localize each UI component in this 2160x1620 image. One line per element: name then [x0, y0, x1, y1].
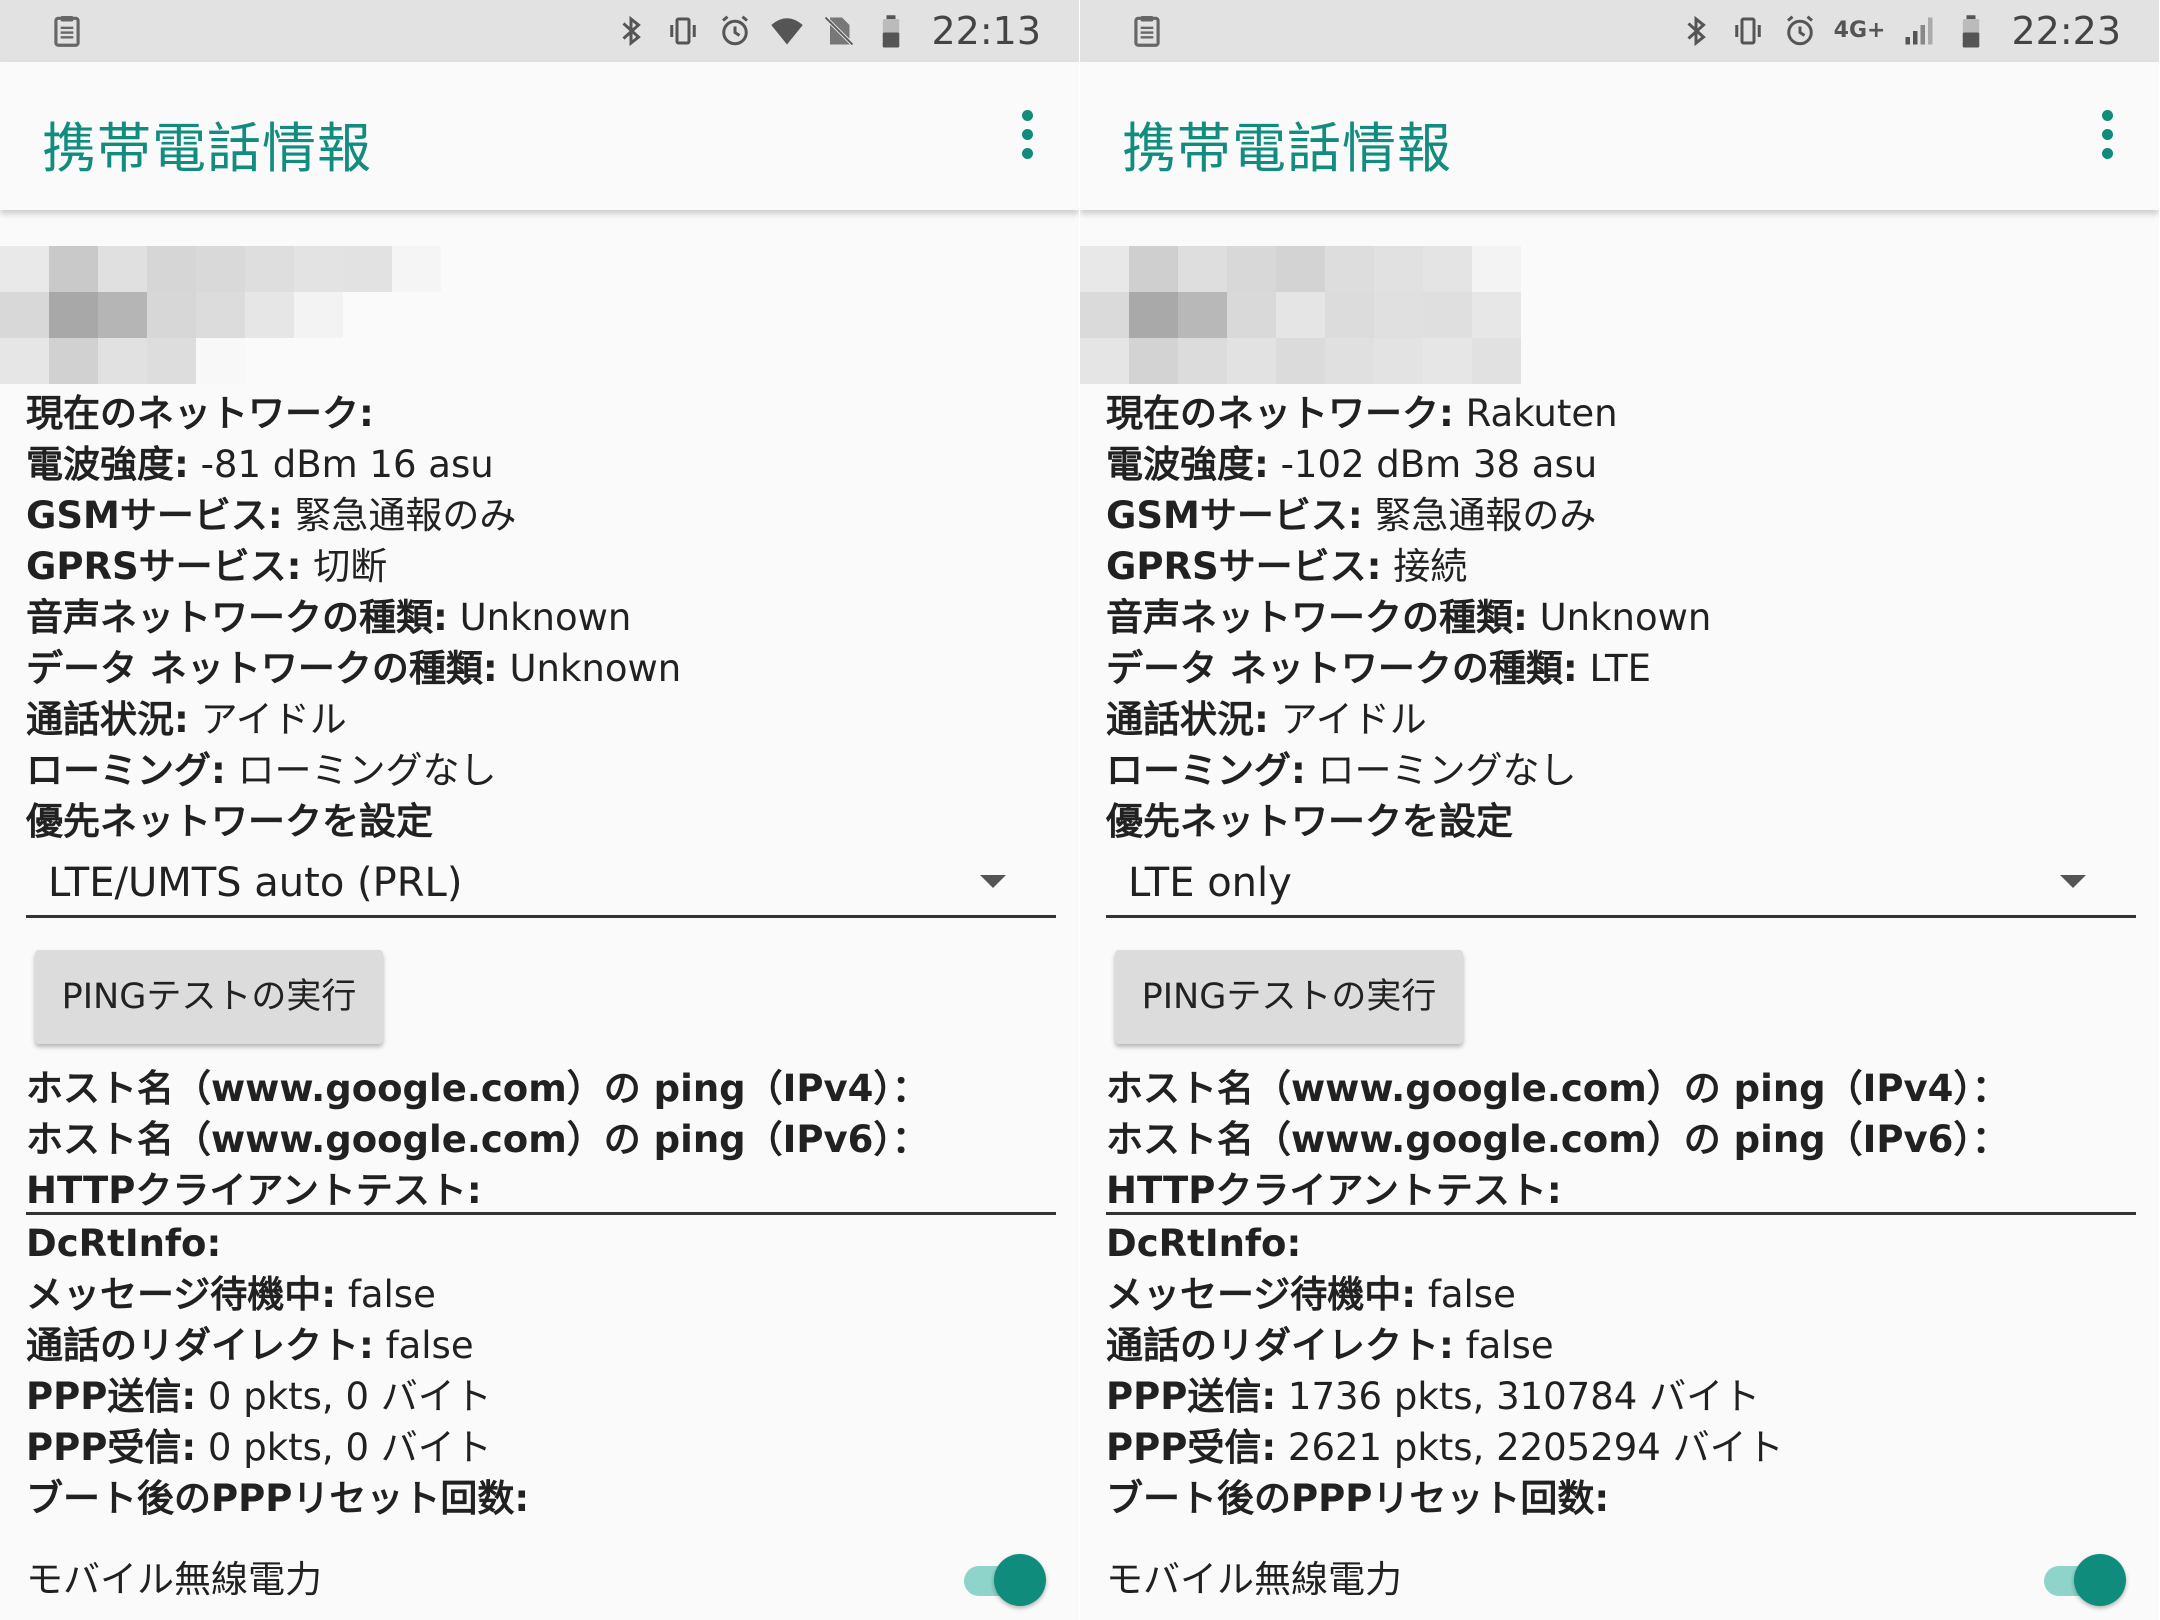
info-gprs-service: GPRSサービス: 接続 — [1106, 545, 1468, 588]
app-title: 携帯電話情報 — [42, 117, 372, 180]
alarm-icon — [722, 15, 749, 46]
info-gsm-service: GSMサービス: 緊急通報のみ — [1106, 494, 1597, 537]
info-current-network: 現在のネットワーク: — [26, 392, 374, 435]
mobile-radio-toggle[interactable] — [2044, 1554, 2126, 1606]
vibrate-icon — [670, 17, 697, 45]
battery-icon — [1963, 15, 1980, 48]
info-call-status: 通話状況: アイドル — [26, 698, 347, 741]
ppp-received: PPP受信: 0 pkts, 0 バイト — [26, 1426, 492, 1469]
status-bar: 22:13 — [0, 0, 1079, 62]
http-client-test: HTTPクライアントテスト: — [26, 1169, 482, 1212]
more-vert-icon[interactable] — [1015, 110, 1039, 162]
redacted-blur — [0, 246, 441, 384]
status-time: 22:23 — [2011, 9, 2121, 53]
phone-info-list: 現在のネットワーク: 電波強度: -81 dBm 16 asu GSMサービス:… — [26, 388, 1056, 847]
alarm-icon — [1786, 15, 1813, 46]
preferred-network-select[interactable]: LTE/UMTS auto (PRL) — [26, 855, 1056, 918]
ping-results: ホスト名（www.google.com）の ping（IPv4）： ホスト名（w… — [26, 1063, 1056, 1216]
message-waiting: メッセージ待機中: false — [26, 1273, 436, 1316]
preferred-network-value: LTE/UMTS auto (PRL) — [48, 860, 463, 906]
message-waiting: メッセージ待機中: false — [1106, 1273, 1516, 1316]
info-voice-network-type: 音声ネットワークの種類: Unknown — [26, 596, 632, 639]
ppp-received: PPP受信: 2621 pkts, 2205294 バイト — [1106, 1426, 1784, 1469]
preferred-network-select[interactable]: LTE only — [1106, 855, 2136, 918]
info-signal-strength: 電波強度: -102 dBm 38 asu — [1106, 443, 1598, 486]
ping-ipv6: ホスト名（www.google.com）の ping（IPv6）： — [26, 1118, 929, 1161]
call-redirect: 通話のリダイレクト: false — [1106, 1324, 1554, 1367]
info-roaming: ローミング: ローミングなし — [26, 749, 497, 792]
ping-ipv6: ホスト名（www.google.com）の ping（IPv6）： — [1106, 1118, 2009, 1161]
http-client-test: HTTPクライアントテスト: — [1106, 1169, 1562, 1212]
divider — [1106, 1212, 2136, 1215]
call-redirect: 通話のリダイレクト: false — [26, 1324, 474, 1367]
info-call-status: 通話状況: アイドル — [1106, 698, 1427, 741]
info-signal-strength: 電波強度: -81 dBm 16 asu — [26, 443, 494, 486]
ppp-sent: PPP送信: 0 pkts, 0 バイト — [26, 1375, 492, 1418]
wifi-icon — [771, 18, 804, 45]
info-voice-network-type: 音声ネットワークの種類: Unknown — [1106, 596, 1712, 639]
toggle-thumb — [2074, 1554, 2126, 1606]
bluetooth-icon — [1687, 15, 1706, 47]
run-ping-test-button[interactable]: PINGテストの実行 — [35, 950, 383, 1044]
bluetooth-icon — [622, 15, 642, 47]
info-preferred-network-label: 優先ネットワークを設定 — [1106, 800, 1513, 843]
dcrt-info-list: DcRtInfo: メッセージ待機中: false 通話のリダイレクト: fal… — [26, 1218, 1056, 1524]
clipboard-icon — [1134, 15, 1160, 47]
vibrate-icon — [1734, 17, 1761, 45]
app-bar: 携帯電話情報 — [0, 62, 1079, 210]
info-data-network-type: データ ネットワークの種類: LTE — [1106, 647, 1651, 690]
ping-ipv4: ホスト名（www.google.com）の ping（IPv4）： — [1106, 1067, 2009, 1110]
info-preferred-network-label: 優先ネットワークを設定 — [26, 800, 433, 843]
ppp-reset-count: ブート後のPPPリセット回数: — [1106, 1477, 1610, 1520]
phone-info-list: 現在のネットワーク: Rakuten 電波強度: -102 dBm 38 asu… — [1106, 388, 2136, 847]
clipboard-icon — [54, 15, 80, 47]
dcrt-info: DcRtInfo: — [1106, 1222, 1302, 1265]
mobile-radio-toggle[interactable] — [964, 1554, 1046, 1606]
app-title: 携帯電話情報 — [1122, 117, 1452, 180]
toggle-thumb — [994, 1554, 1046, 1606]
dcrt-info: DcRtInfo: — [26, 1222, 222, 1265]
phone-screen-left: 22:13 携帯電話情報 現在のネットワーク: 電波強度: -81 dBm 16… — [0, 0, 1079, 1620]
mobile-radio-label: モバイル無線電力 — [1106, 1558, 1402, 1601]
comparison-screenshots: 22:13 携帯電話情報 現在のネットワーク: 電波強度: -81 dBm 16… — [0, 0, 2160, 1620]
divider — [26, 1212, 1056, 1215]
ppp-sent: PPP送信: 1736 pkts, 310784 バイト — [1106, 1375, 1761, 1418]
ping-results: ホスト名（www.google.com）の ping（IPv4）： ホスト名（w… — [1106, 1063, 2136, 1216]
info-roaming: ローミング: ローミングなし — [1106, 749, 1577, 792]
mobile-radio-power: モバイル無線電力 — [1106, 1550, 2136, 1610]
info-gsm-service: GSMサービス: 緊急通報のみ — [26, 494, 517, 537]
more-vert-icon[interactable] — [2095, 110, 2119, 162]
chevron-down-icon — [2060, 875, 2086, 888]
cell-signal-icon — [1905, 17, 1933, 45]
ping-ipv4: ホスト名（www.google.com）の ping（IPv4）： — [26, 1067, 929, 1110]
info-data-network-type: データ ネットワークの種類: Unknown — [26, 647, 682, 690]
info-current-network: 現在のネットワーク: Rakuten — [1106, 392, 1618, 435]
network-type-indicator: 4G+ — [1833, 18, 1886, 43]
no-sim-icon — [824, 16, 855, 46]
info-gprs-service: GPRSサービス: 切断 — [26, 545, 388, 588]
chevron-down-icon — [980, 875, 1006, 888]
mobile-radio-label: モバイル無線電力 — [26, 1558, 322, 1601]
app-bar: 携帯電話情報 — [1080, 62, 2159, 210]
dcrt-info-list: DcRtInfo: メッセージ待機中: false 通話のリダイレクト: fal… — [1106, 1218, 2136, 1524]
phone-screen-right: 4G+ 22:23 携帯電話情報 現在のネットワーク: Rakuten 電波強度… — [1080, 0, 2159, 1620]
redacted-blur — [1080, 246, 1521, 384]
mobile-radio-power: モバイル無線電力 — [26, 1550, 1056, 1610]
ppp-reset-count: ブート後のPPPリセット回数: — [26, 1477, 530, 1520]
run-ping-test-button[interactable]: PINGテストの実行 — [1115, 950, 1463, 1044]
preferred-network-value: LTE only — [1128, 860, 1292, 906]
status-bar: 4G+ 22:23 — [1080, 0, 2159, 62]
status-time: 22:13 — [931, 9, 1041, 53]
battery-icon — [883, 15, 900, 48]
